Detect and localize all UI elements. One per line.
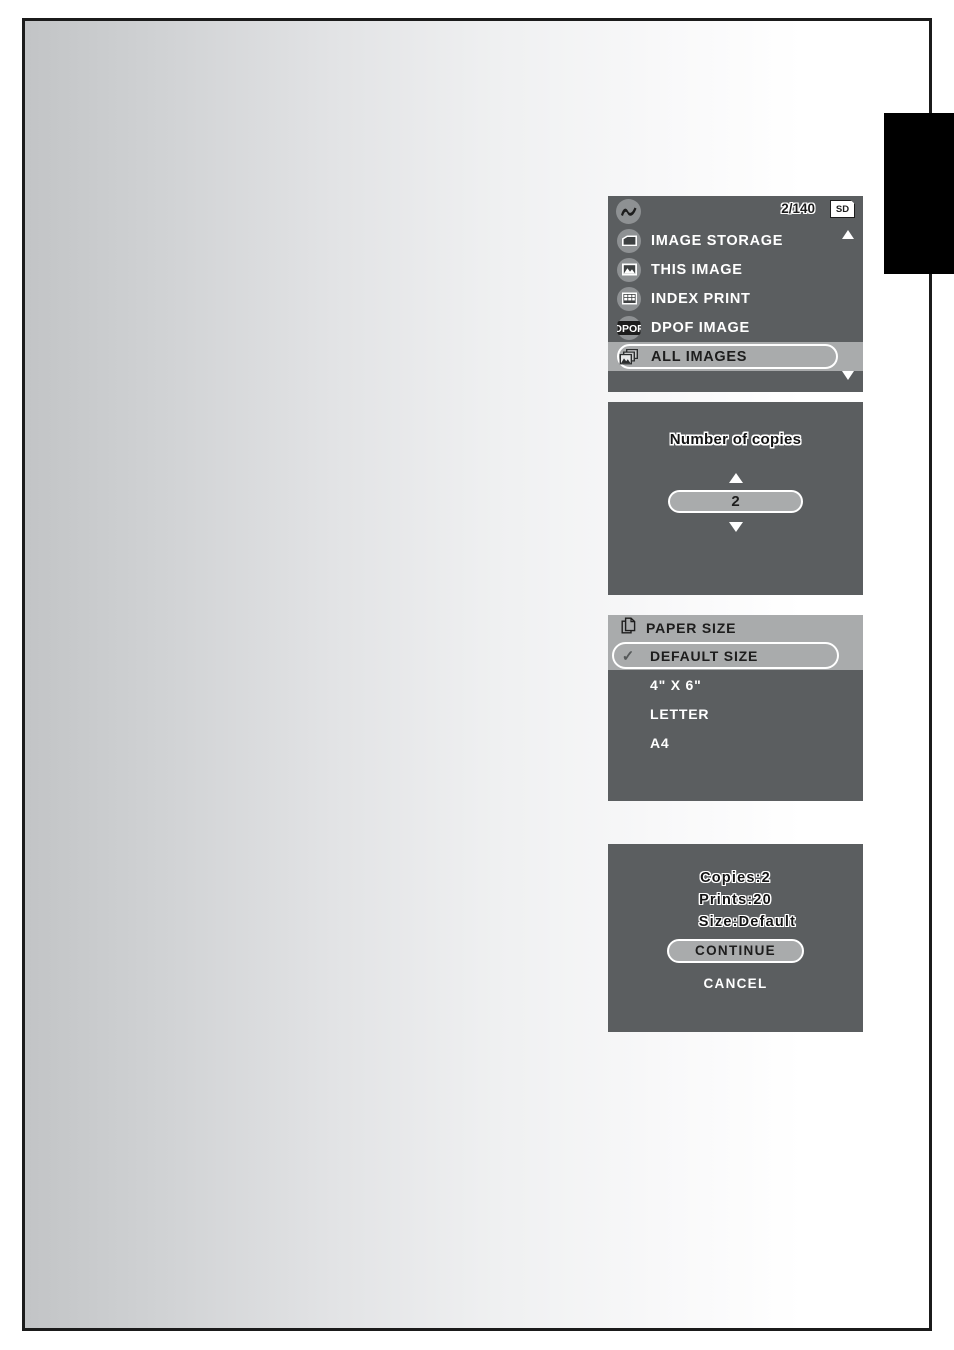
summary-prints: Prints:20	[699, 892, 772, 908]
paper-size-screen: PAPER SIZE ✓ DEFAULT SIZE 4" X 6" LETTER…	[608, 615, 863, 801]
grid-icon	[617, 286, 641, 311]
frame-counter: 2/140	[781, 201, 815, 216]
menu-status-bar: 2/140 SD	[608, 196, 863, 226]
paper-option-label: LETTER	[650, 705, 710, 722]
continue-button[interactable]: CONTINUE	[667, 939, 804, 963]
scroll-up-arrow[interactable]	[842, 230, 854, 239]
paper-option-label: 4" X 6"	[650, 676, 702, 693]
chapter-thumb-tab	[884, 113, 954, 274]
menu-item-label: ALL IMAGES	[651, 348, 748, 365]
menu-item-label: IMAGE STORAGE	[651, 232, 784, 249]
up-triangle-icon[interactable]	[728, 473, 743, 483]
lcd-screenshot-stack: 2/140 SD IMAGE STORAGE THIS IMAGE INDEX …	[608, 196, 863, 1032]
dpof-icon: DPOF	[617, 315, 641, 340]
cancel-button[interactable]: CANCEL	[608, 976, 863, 991]
nikon-swoosh-icon	[616, 199, 641, 224]
paper-option-default-size[interactable]: ✓ DEFAULT SIZE	[608, 641, 863, 670]
menu-item-label: THIS IMAGE	[651, 261, 743, 278]
photo-stack-icon	[617, 345, 641, 369]
paper-sheets-icon	[620, 617, 636, 639]
summary-copies: Copies:2	[700, 870, 771, 886]
paper-option-a4[interactable]: A4	[608, 728, 863, 757]
down-triangle-icon[interactable]	[728, 522, 743, 532]
menu-item-label: DPOF IMAGE	[651, 319, 750, 336]
copies-title: Number of copies	[669, 431, 802, 448]
paper-option-letter[interactable]: LETTER	[608, 699, 863, 728]
check-icon: ✓	[621, 647, 635, 665]
paper-size-header-label: PAPER SIZE	[646, 620, 737, 636]
paper-option-4x6[interactable]: 4" X 6"	[608, 670, 863, 699]
folder-icon	[617, 228, 641, 253]
summary-size: Size:Default	[698, 914, 797, 930]
print-menu-list: IMAGE STORAGE THIS IMAGE INDEX PRINT DPO…	[608, 226, 863, 371]
number-of-copies-screen: Number of copies 2	[608, 402, 863, 595]
paper-size-header: PAPER SIZE	[608, 615, 863, 641]
copies-value[interactable]: 2	[668, 490, 803, 513]
print-summary-screen: Copies:2 Prints:20 Size:Default CONTINUE…	[608, 844, 863, 1032]
manual-page: 2/140 SD IMAGE STORAGE THIS IMAGE INDEX …	[22, 18, 932, 1331]
menu-item-all-images[interactable]: ALL IMAGES	[608, 342, 863, 371]
menu-item-label: INDEX PRINT	[651, 290, 751, 307]
svg-text:DPOF: DPOF	[617, 323, 641, 335]
single-photo-icon	[617, 257, 641, 282]
sd-card-badge: SD	[830, 200, 855, 218]
print-menu-screen: 2/140 SD IMAGE STORAGE THIS IMAGE INDEX …	[608, 196, 863, 392]
paper-option-label: DEFAULT SIZE	[650, 647, 759, 664]
menu-item-dpof-image[interactable]: DPOF DPOF IMAGE	[608, 313, 863, 342]
menu-item-index-print[interactable]: INDEX PRINT	[608, 284, 863, 313]
paper-option-label: A4	[650, 734, 670, 751]
menu-item-image-storage[interactable]: IMAGE STORAGE	[608, 226, 863, 255]
menu-item-this-image[interactable]: THIS IMAGE	[608, 255, 863, 284]
scroll-down-arrow[interactable]	[842, 371, 854, 380]
